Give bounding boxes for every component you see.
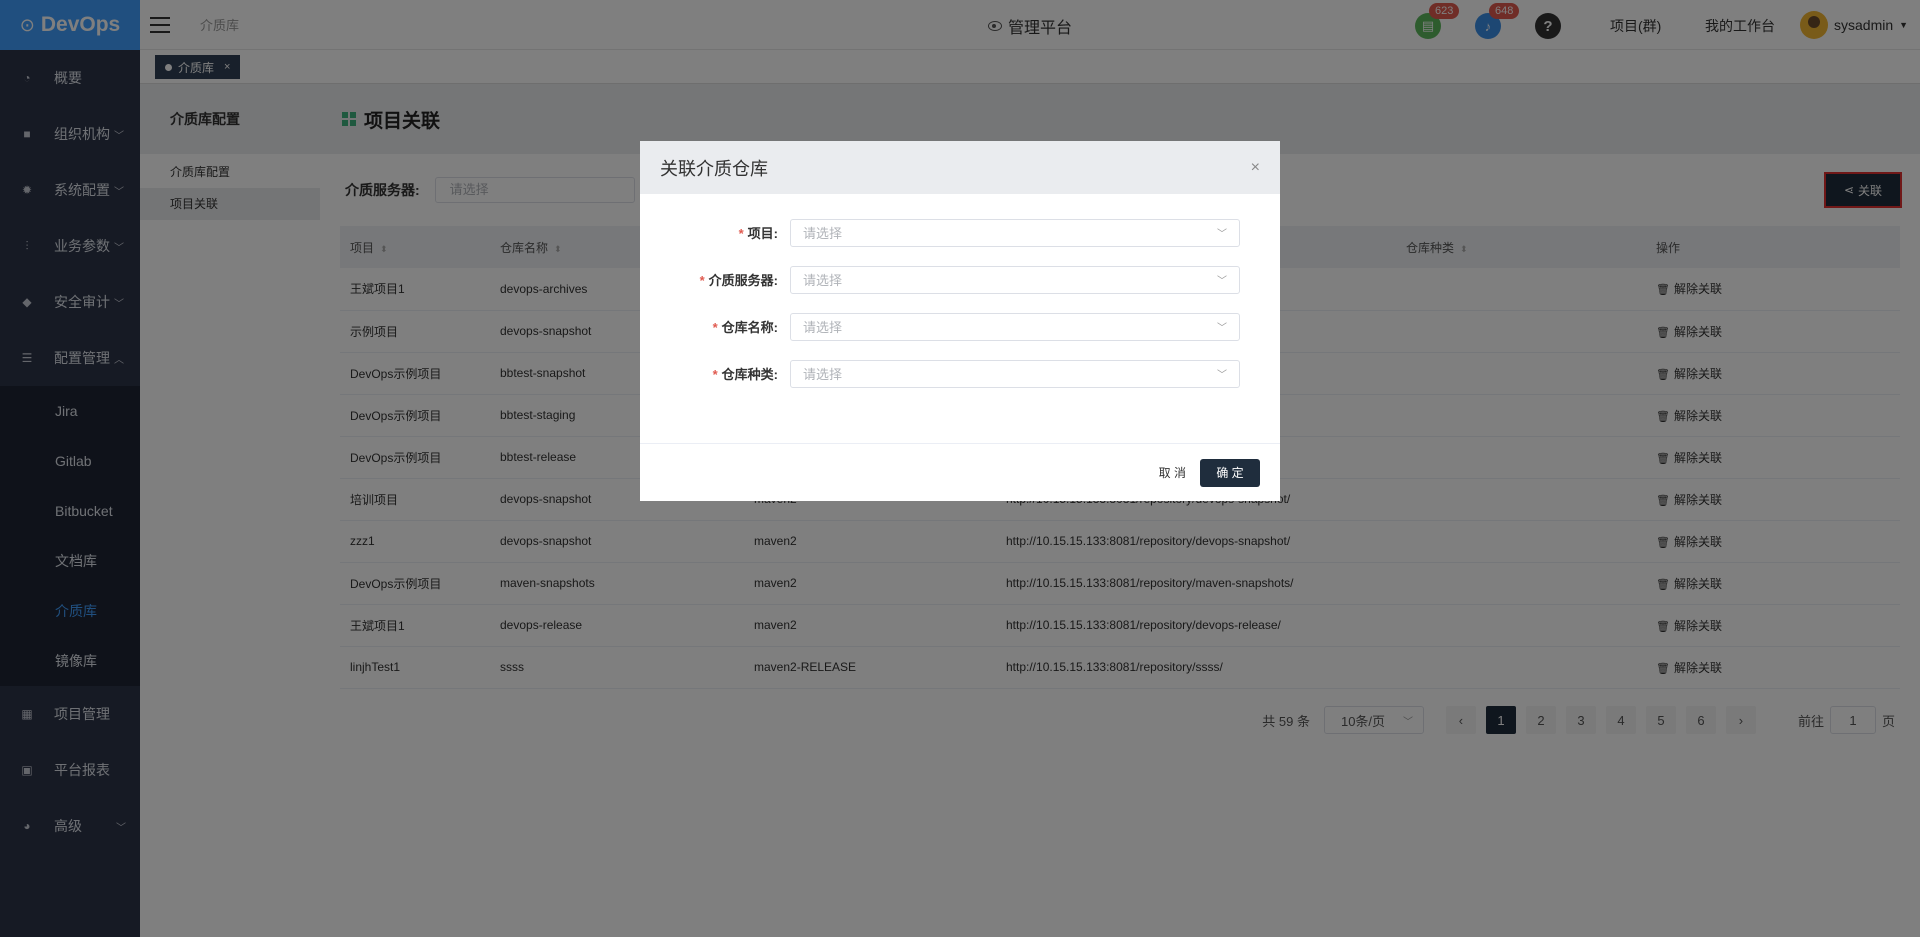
form-label-text: 仓库种类: bbox=[721, 367, 778, 382]
chevron-down-icon: ﹀ bbox=[1217, 323, 1227, 334]
media-server-select[interactable]: 请选择 ﹀ bbox=[790, 265, 1240, 294]
required-mark: * bbox=[712, 320, 718, 335]
select-placeholder: 请选择 bbox=[803, 273, 843, 288]
select-placeholder: 请选择 bbox=[803, 320, 843, 335]
form-label-text: 项目: bbox=[747, 226, 778, 241]
form-row: * 仓库种类: 请选择 ﹀ bbox=[640, 350, 1280, 397]
link-repo-dialog: 关联介质仓库 × * 项目: 请选择 ﹀ * 介质服务器: 请选择 ﹀ * 仓库名称: 请选择 ﹀ * 仓… bbox=[640, 141, 1280, 501]
select-placeholder: 请选择 bbox=[803, 367, 843, 382]
chevron-down-icon: ﹀ bbox=[1217, 370, 1227, 381]
required-mark: * bbox=[712, 367, 718, 382]
dialog-form: * 项目: 请选择 ﹀ * 介质服务器: 请选择 ﹀ * 仓库名称: 请选择 ﹀ * 仓库种类: 请选择 ﹀ bbox=[640, 194, 1280, 397]
form-row: * 仓库名称: 请选择 ﹀ bbox=[640, 303, 1280, 350]
required-mark: * bbox=[699, 273, 705, 288]
dialog-footer: 取 消 确 定 bbox=[640, 443, 1280, 501]
form-label: * 介质服务器: bbox=[640, 270, 790, 289]
repo-name-select[interactable]: 请选择 ﹀ bbox=[790, 312, 1240, 341]
form-row: * 介质服务器: 请选择 ﹀ bbox=[640, 256, 1280, 303]
chevron-down-icon: ﹀ bbox=[1217, 229, 1227, 240]
project-select[interactable]: 请选择 ﹀ bbox=[790, 218, 1240, 247]
form-label-text: 仓库名称: bbox=[721, 320, 778, 335]
select-placeholder: 请选择 bbox=[803, 226, 843, 241]
form-label-text: 介质服务器: bbox=[708, 273, 778, 288]
dialog-title: 关联介质仓库 bbox=[640, 141, 1280, 194]
cancel-button[interactable]: 取 消 bbox=[1159, 464, 1186, 481]
close-icon[interactable]: × bbox=[1251, 159, 1260, 177]
required-mark: * bbox=[738, 226, 744, 241]
form-row: * 项目: 请选择 ﹀ bbox=[640, 209, 1280, 256]
chevron-down-icon: ﹀ bbox=[1217, 276, 1227, 287]
repo-type-select[interactable]: 请选择 ﹀ bbox=[790, 359, 1240, 388]
form-label: * 项目: bbox=[640, 223, 790, 242]
confirm-button[interactable]: 确 定 bbox=[1200, 458, 1260, 487]
form-label: * 仓库名称: bbox=[640, 317, 790, 336]
form-label: * 仓库种类: bbox=[640, 364, 790, 383]
